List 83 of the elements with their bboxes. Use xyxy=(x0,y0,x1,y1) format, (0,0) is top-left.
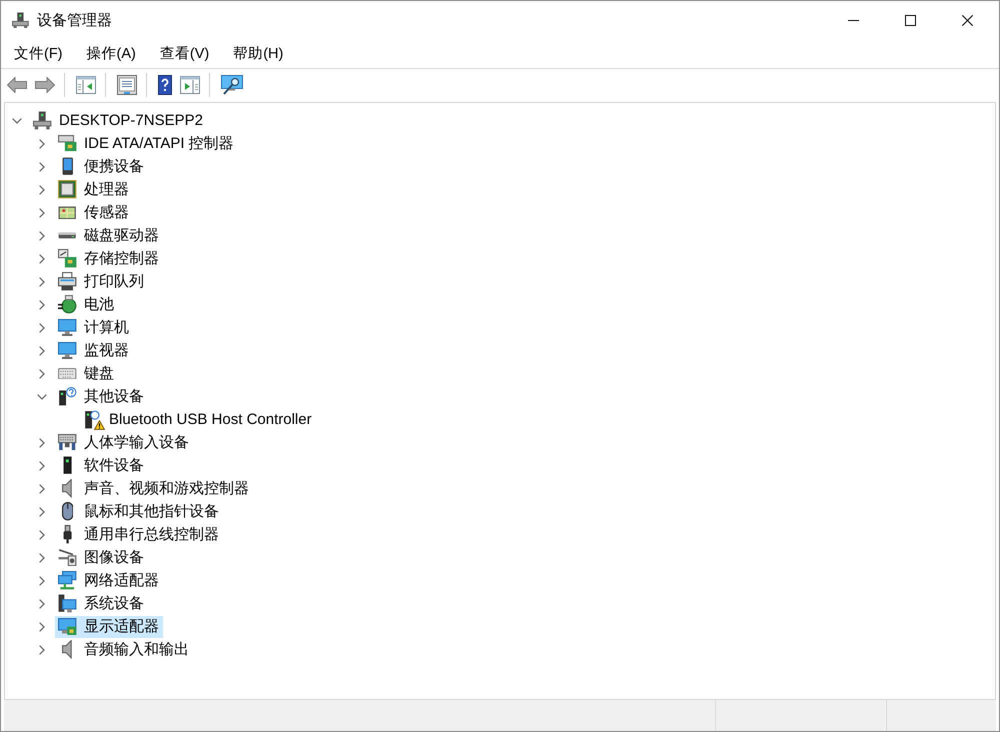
computer-monitor-icon xyxy=(58,594,77,613)
tower-icon xyxy=(62,456,72,475)
tree-item[interactable]: 人体学输入设备 xyxy=(55,432,193,454)
chevron-right-icon[interactable] xyxy=(39,138,45,148)
battery-plug-icon xyxy=(58,295,77,314)
tree-item[interactable]: 传感器 xyxy=(55,202,133,224)
tree-item[interactable]: 处理器 xyxy=(55,178,133,200)
tree-item[interactable]: 系统设备 xyxy=(55,592,148,614)
chevron-right-icon[interactable] xyxy=(39,276,45,286)
tree-item[interactable]: 软件设备 xyxy=(55,454,148,476)
chevron-right-icon[interactable] xyxy=(39,162,45,172)
chevron-right-icon[interactable] xyxy=(39,598,45,608)
chevron-down-icon[interactable] xyxy=(37,394,47,400)
chevron-right-icon[interactable] xyxy=(39,322,45,332)
tree-item[interactable]: 其他设备 xyxy=(55,386,148,408)
tree-item[interactable]: IDE ATA/ATAPI 控制器 xyxy=(55,132,238,154)
tree-item[interactable]: 通用串行总线控制器 xyxy=(55,524,223,546)
monitor-icon xyxy=(58,342,77,360)
speaker-icon xyxy=(62,640,73,659)
device-question-icon xyxy=(58,387,77,406)
monitor-search-icon[interactable] xyxy=(221,74,243,94)
tree-item[interactable]: 存储控制器 xyxy=(55,248,163,270)
input-device-icon xyxy=(58,434,77,451)
tree-item[interactable]: DESKTOP-7NSEPP2 xyxy=(30,110,207,132)
tree-item[interactable]: 声音、视频和游戏控制器 xyxy=(55,478,253,500)
chevron-right-icon[interactable] xyxy=(39,576,45,586)
chevron-right-icon[interactable] xyxy=(39,552,45,562)
tree-item[interactable]: 图像设备 xyxy=(55,546,148,568)
camera-icon xyxy=(58,548,77,566)
disk-drive-icon xyxy=(58,232,77,239)
usb-plug-icon xyxy=(62,525,72,544)
menu-item[interactable]: 文件(F) xyxy=(2,41,75,66)
chevron-right-icon[interactable] xyxy=(39,622,45,632)
menu-item[interactable]: 查看(V) xyxy=(148,41,222,66)
chevron-right-icon[interactable] xyxy=(39,208,45,218)
close-icon xyxy=(962,14,973,26)
monitor-board-icon xyxy=(58,618,77,636)
chevron-right-icon[interactable] xyxy=(39,184,45,194)
chip-icon xyxy=(58,180,77,199)
window-title: 设备管理器 xyxy=(36,10,112,30)
window-pane-play-icon[interactable] xyxy=(180,76,200,94)
mouse-icon xyxy=(62,502,74,521)
chevron-right-icon[interactable] xyxy=(39,644,45,654)
properties-window-icon[interactable] xyxy=(117,74,137,94)
tree-item[interactable]: Bluetooth USB Host Controller xyxy=(80,408,316,430)
circuit-board-icon xyxy=(58,206,77,220)
tree-item[interactable]: 音频输入和输出 xyxy=(55,638,193,660)
chevron-right-icon[interactable] xyxy=(39,346,45,356)
chevron-right-icon[interactable] xyxy=(39,230,45,240)
chevron-right-icon[interactable] xyxy=(39,484,45,494)
tree-item[interactable]: 键盘 xyxy=(55,362,118,384)
chevron-right-icon[interactable] xyxy=(39,460,45,470)
menu-item[interactable]: 帮助(H) xyxy=(221,41,296,66)
maximize-icon xyxy=(905,14,916,26)
menu-item[interactable]: 操作(A) xyxy=(74,41,148,66)
tree-item[interactable]: 磁盘驱动器 xyxy=(55,224,163,246)
device-icon xyxy=(84,410,101,429)
computer-icon xyxy=(12,12,29,28)
chevron-right-icon[interactable] xyxy=(39,438,45,448)
chevron-right-icon[interactable] xyxy=(39,368,45,378)
tree-item[interactable]: 便携设备 xyxy=(55,156,148,178)
keyboard-icon xyxy=(58,368,77,380)
chevron-right-icon[interactable] xyxy=(39,300,45,310)
tablet-icon xyxy=(62,157,74,176)
network-monitors-icon xyxy=(58,571,77,590)
drive-board-icon xyxy=(58,135,77,152)
tree-item[interactable]: 鼠标和其他指针设备 xyxy=(55,500,223,522)
chevron-right-icon[interactable] xyxy=(39,254,45,264)
speaker-icon xyxy=(62,479,73,498)
printer-icon xyxy=(58,272,77,291)
monitor-icon xyxy=(58,318,77,336)
computer-icon xyxy=(33,111,52,130)
chevron-right-icon[interactable] xyxy=(39,530,45,540)
drive-board-icon xyxy=(58,249,77,268)
chevron-down-icon[interactable] xyxy=(12,118,22,124)
tree-item[interactable]: 监视器 xyxy=(55,340,133,362)
tree-item[interactable]: 电池 xyxy=(55,294,118,316)
tree-item[interactable]: 网络适配器 xyxy=(55,570,163,592)
tree-item[interactable]: 显示适配器 xyxy=(55,616,163,638)
tree-item[interactable]: 打印队列 xyxy=(55,270,148,292)
chevron-right-icon[interactable] xyxy=(39,506,45,516)
help-icon[interactable] xyxy=(158,74,172,94)
tree-item[interactable]: 计算机 xyxy=(55,316,133,338)
